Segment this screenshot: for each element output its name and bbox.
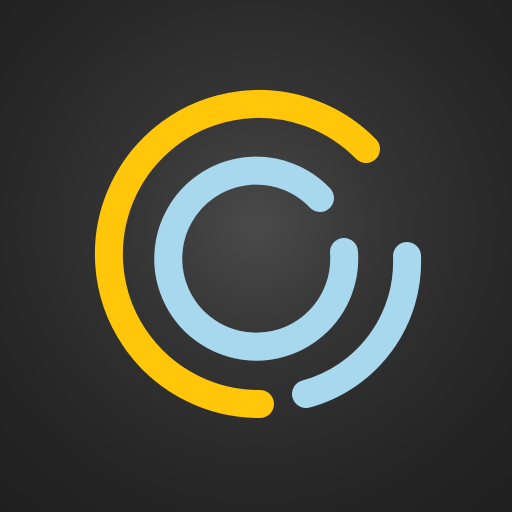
concentric-arcs-logo bbox=[94, 90, 422, 419]
inner-ring-icon bbox=[154, 156, 359, 361]
outer-arc-icon bbox=[94, 90, 380, 419]
app-icon-background bbox=[0, 0, 512, 512]
